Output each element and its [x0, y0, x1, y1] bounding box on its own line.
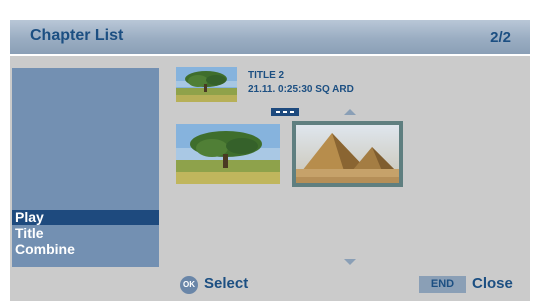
- page-indicator: 2/2: [490, 29, 511, 46]
- scroll-down-arrow-icon[interactable]: [344, 259, 356, 265]
- chapter-thumbnail-2[interactable]: [292, 121, 403, 187]
- menu-item-play[interactable]: Play: [12, 210, 159, 225]
- header-bar: Chapter List 2/2: [10, 20, 530, 54]
- scroll-up-arrow-icon[interactable]: [344, 109, 356, 115]
- options-menu: Play Title Combine: [12, 68, 159, 267]
- ok-button-icon[interactable]: OK: [180, 276, 198, 294]
- end-button-icon[interactable]: END: [419, 276, 466, 293]
- title-name: TITLE 2: [248, 70, 285, 81]
- header-divider: [10, 54, 530, 56]
- tree-image: [176, 67, 237, 102]
- title-thumbnail: [176, 67, 237, 102]
- pyramids-image: [296, 125, 399, 183]
- close-label: Close: [472, 275, 513, 292]
- link-icon: [271, 108, 299, 116]
- chapter-thumbnail-1[interactable]: [176, 124, 280, 184]
- menu-item-combine[interactable]: Combine: [12, 242, 159, 257]
- chapter-list-screen: Chapter List 2/2 Play Title Combine TITL…: [10, 20, 530, 301]
- select-label: Select: [204, 275, 249, 292]
- title-details: 21.11. 0:25:30 SQ ARD: [248, 84, 354, 95]
- tree-image: [176, 124, 280, 184]
- menu-item-title[interactable]: Title: [12, 226, 159, 241]
- page-title: Chapter List: [30, 27, 124, 44]
